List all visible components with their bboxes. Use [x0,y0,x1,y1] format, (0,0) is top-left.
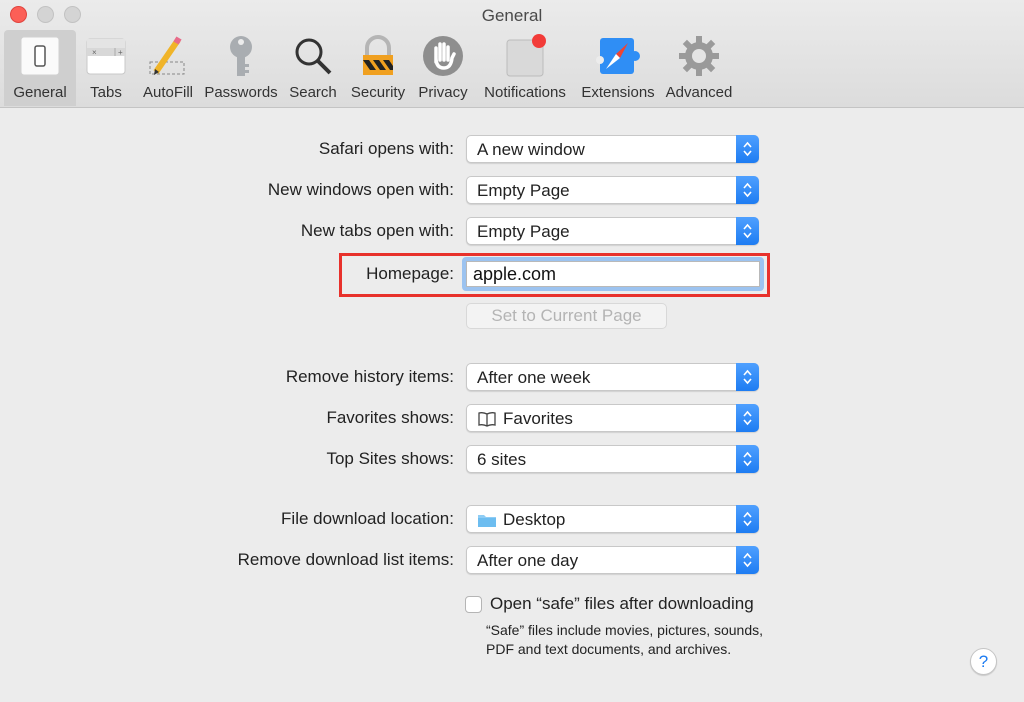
book-icon [478,412,496,427]
top-sites-popup[interactable]: 6 sites [466,445,759,473]
homepage-field-focus-ring [462,257,764,291]
svg-text:+: + [118,48,123,57]
tab-extensions[interactable]: Extensions [576,30,660,106]
tabs-icon: × + [84,34,128,78]
new-windows-row: New windows open with: Empty Page [0,175,1024,205]
download-location-popup[interactable]: Desktop [466,505,759,533]
top-sites-label: Top Sites shows: [326,449,454,468]
remove-history-popup[interactable]: After one week [466,363,759,391]
svg-text:×: × [92,48,97,57]
tab-tabs[interactable]: × + Tabs [76,30,136,106]
puzzle-compass-icon [596,34,640,78]
popup-value: Favorites [503,409,573,428]
remove-download-items-row: Remove download list items: After one da… [0,545,1024,575]
tab-security[interactable]: Security [344,30,412,106]
safari-opens-with-row: Safari opens with: A new window [0,134,1024,164]
chevron-updown-icon [736,217,759,245]
tab-notifications[interactable]: Notifications [474,30,576,106]
tab-label: AutoFill [142,84,194,101]
tab-label: Advanced [665,84,733,101]
tab-search[interactable]: Search [282,30,344,106]
key-icon [219,34,263,78]
set-to-current-page-button[interactable]: Set to Current Page [466,303,667,329]
pencil-icon [146,34,190,78]
new-windows-label: New windows open with: [267,180,454,199]
favorites-shows-label: Favorites shows: [326,408,454,427]
tab-label: Tabs [90,84,122,101]
new-tabs-row: New tabs open with: Empty Page [0,216,1024,246]
tab-label: Extensions [581,84,655,101]
favorites-shows-popup[interactable]: Favorites [466,404,759,432]
tab-passwords[interactable]: Passwords [200,30,282,106]
popup-value: 6 sites [477,450,527,469]
popup-value-wrap: Favorites [477,409,573,429]
title-bar: General General × + Tabs AutoFill Passwor… [0,0,1024,108]
gear-icon [677,34,721,78]
homepage-label: Homepage: [366,264,454,283]
chevron-updown-icon [736,505,759,533]
remove-download-items-label: Remove download list items: [237,550,454,569]
tab-label: Notifications [484,84,566,101]
top-sites-row: Top Sites shows: 6 sites [0,444,1024,474]
folder-icon [478,515,496,527]
safari-opens-with-label: Safari opens with: [318,139,454,158]
popup-value: After one day [477,551,579,570]
tab-autofill[interactable]: AutoFill [136,30,200,106]
tab-label: General [13,84,67,101]
help-button[interactable]: ? [970,648,997,675]
tab-general[interactable]: General [4,30,76,106]
safari-opens-with-popup[interactable]: A new window [466,135,759,163]
tab-label: Privacy [418,84,468,101]
popup-value: After one week [477,368,591,387]
general-switch-icon [18,34,62,78]
popup-value: Desktop [503,510,566,529]
chevron-updown-icon [736,363,759,391]
chevron-updown-icon [736,445,759,473]
homepage-input[interactable] [466,261,760,287]
download-location-row: File download location: Desktop [0,504,1024,534]
safe-files-description: “Safe” files include movies, pictures, s… [486,622,764,657]
tab-label: Security [350,84,406,101]
popup-value: A new window [477,140,585,159]
preferences-toolbar: General × + Tabs AutoFill Passwords Searc… [4,30,738,106]
chevron-updown-icon [736,546,759,574]
remove-history-label: Remove history items: [285,367,454,386]
new-tabs-label: New tabs open with: [300,221,454,240]
favorites-shows-row: Favorites shows: Favorites [0,403,1024,433]
hand-icon [421,34,465,78]
tab-label: Passwords [204,84,278,101]
popup-value-wrap: Desktop [477,510,565,530]
popup-value: Empty Page [477,222,570,241]
tab-privacy[interactable]: Privacy [412,30,474,106]
open-safe-files-label[interactable]: Open “safe” files after downloading [490,594,754,614]
magnifier-icon [291,34,335,78]
new-windows-popup[interactable]: Empty Page [466,176,759,204]
chevron-updown-icon [736,135,759,163]
chevron-updown-icon [736,176,759,204]
download-location-label: File download location: [281,509,454,528]
tab-label: Search [289,84,337,101]
open-safe-files-checkbox[interactable] [465,596,482,613]
new-tabs-popup[interactable]: Empty Page [466,217,759,245]
window-title: General [481,6,543,25]
padlock-icon [356,34,400,78]
notification-badge-icon [503,34,547,78]
remove-history-row: Remove history items: After one week [0,362,1024,392]
popup-value: Empty Page [477,181,570,200]
chevron-updown-icon [736,404,759,432]
remove-download-items-popup[interactable]: After one day [466,546,759,574]
tab-advanced[interactable]: Advanced [660,30,738,106]
